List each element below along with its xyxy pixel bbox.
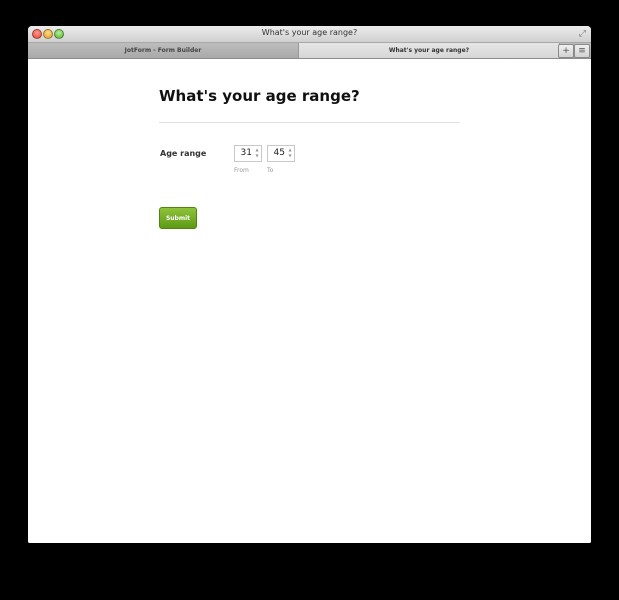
fullscreen-icon[interactable]: ⤢ <box>579 28 586 40</box>
title-bar: What's your age range? ⤢ <box>28 26 591 43</box>
age-to-value: 45 <box>273 148 285 158</box>
age-to-spinner[interactable]: 45 ▲ ▼ <box>267 145 295 162</box>
tab-jotform-form-builder[interactable]: JotForm - Form Builder <box>28 43 299 58</box>
spinner-down-icon[interactable]: ▼ <box>288 153 291 158</box>
age-range-label: Age range <box>160 149 207 158</box>
tab-menu-button[interactable]: ≡ <box>574 44 590 58</box>
window-title: What's your age range? <box>261 28 358 37</box>
form-title: What's your age range? <box>159 87 360 105</box>
spinner-up-icon[interactable]: ▲ <box>288 147 291 152</box>
submit-button[interactable]: Submit <box>159 207 197 229</box>
page-content: What's your age range? Age range 31 ▲ ▼ … <box>28 59 591 543</box>
age-from-spinner[interactable]: 31 ▲ ▼ <box>234 145 262 162</box>
from-sublabel: From <box>234 167 249 174</box>
tab-age-range[interactable]: What's your age range? <box>298 43 560 58</box>
age-from-value: 31 <box>240 148 252 158</box>
tab-bar: JotForm - Form Builder What's your age r… <box>28 43 591 59</box>
to-sublabel: To <box>267 167 274 174</box>
age-from-arrows[interactable]: ▲ ▼ <box>254 147 260 160</box>
new-tab-button[interactable]: + <box>558 44 574 58</box>
title-divider <box>159 122 460 123</box>
age-to-arrows[interactable]: ▲ ▼ <box>287 147 293 160</box>
spinner-down-icon[interactable]: ▼ <box>255 153 258 158</box>
spinner-up-icon[interactable]: ▲ <box>255 147 258 152</box>
browser-window: What's your age range? ⤢ JotForm - Form … <box>28 26 591 543</box>
